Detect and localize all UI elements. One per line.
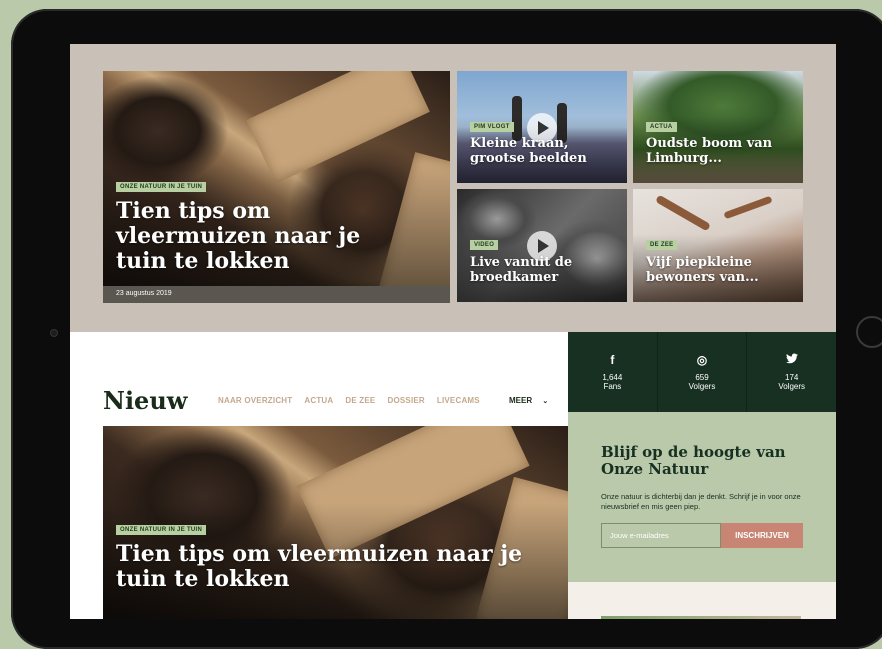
category-tag[interactable]: ACTUA [646, 122, 677, 132]
category-tag[interactable]: VIDEO [470, 240, 499, 250]
newsletter-text: Onze natuur is dichterbij dan je denkt. … [601, 492, 801, 511]
nav-actua[interactable]: ACTUA [304, 396, 333, 405]
facebook-icon: f [610, 353, 615, 367]
feature-title[interactable]: Tien tips om vleermuizen naar je tuin te… [116, 542, 546, 592]
image-strip [601, 616, 801, 619]
hero-card-actua[interactable]: ACTUA Oudste boom van Limburg... [633, 71, 803, 183]
card-title[interactable]: Vijf piepkleine bewoners van... [646, 255, 796, 285]
category-tag[interactable]: ONZE NATUUR IN JE TUIN [116, 525, 207, 535]
camera-dot [50, 329, 58, 337]
hero-card-video[interactable]: VIDEO Live vanuit de broedkamer [457, 189, 627, 302]
social-label: Volgers [778, 382, 806, 391]
social-facebook[interactable]: f 1,644 Fans [568, 332, 658, 412]
social-instagram[interactable]: ◎ 659 Volgers [658, 332, 748, 412]
home-button[interactable] [856, 316, 882, 348]
social-count: 174 [785, 373, 799, 382]
more-label: MEER [509, 396, 533, 405]
newsletter-title: Blijf op de hoogte van Onze Natuur [601, 443, 786, 478]
hero-section: ONZE NATUUR IN JE TUIN Tien tips om vlee… [70, 44, 836, 332]
category-tag[interactable]: PIM VLOGT [470, 122, 514, 132]
section-title: Nieuw [103, 386, 188, 415]
nav-livecams[interactable]: LIVECAMS [437, 396, 480, 405]
category-tag[interactable]: ONZE NATUUR IN JE TUIN [116, 182, 207, 192]
more-dropdown[interactable]: MEER ⌄ [509, 396, 548, 405]
social-count: 1,644 [602, 373, 623, 382]
section-nav: NAAR OVERZICHT ACTUA DE ZEE DOSSIER LIVE… [218, 396, 480, 405]
hero-main-card[interactable]: ONZE NATUUR IN JE TUIN Tien tips om vlee… [103, 71, 450, 303]
card-title[interactable]: Kleine kraan, grootse beelden [470, 136, 620, 166]
social-stats: f 1,644 Fans ◎ 659 Volgers 174 Volgers [568, 332, 836, 412]
instagram-icon: ◎ [696, 353, 708, 367]
website-screen: ONZE NATUUR IN JE TUIN Tien tips om vlee… [70, 44, 836, 619]
nav-de-zee[interactable]: DE ZEE [345, 396, 375, 405]
newsletter-box: Blijf op de hoogte van Onze Natuur Onze … [568, 412, 836, 582]
nieuw-section: Nieuw NAAR OVERZICHT ACTUA DE ZEE DOSSIE… [70, 332, 568, 619]
social-label: Volgers [688, 382, 716, 391]
social-count: 659 [695, 373, 709, 382]
email-input[interactable]: Jouw e-mailadres [601, 523, 721, 548]
next-section [568, 582, 836, 619]
hero-card-de-zee[interactable]: DE ZEE Vijf piepkleine bewoners van... [633, 189, 803, 302]
social-twitter[interactable]: 174 Volgers [747, 332, 836, 412]
social-label: Fans [603, 382, 622, 391]
twitter-icon [785, 353, 798, 367]
card-title[interactable]: Live vanuit de broedkamer [470, 255, 620, 285]
category-tag[interactable]: DE ZEE [646, 240, 678, 250]
chevron-down-icon: ⌄ [542, 398, 549, 405]
nav-overzicht[interactable]: NAAR OVERZICHT [218, 396, 292, 405]
nav-dossier[interactable]: DOSSIER [387, 396, 424, 405]
card-title[interactable]: Oudste boom van Limburg... [646, 136, 796, 166]
hero-main-date: 23 augustus 2019 [116, 290, 172, 297]
hero-main-title[interactable]: Tien tips om vleermuizen naar je tuin te… [116, 199, 396, 274]
subscribe-button[interactable]: INSCHRIJVEN [721, 523, 803, 548]
nieuw-feature-card[interactable]: ONZE NATUUR IN JE TUIN Tien tips om vlee… [103, 426, 568, 619]
hero-card-pim-vlogt[interactable]: PIM VLOGT Kleine kraan, grootse beelden [457, 71, 627, 183]
tablet-frame: ONZE NATUUR IN JE TUIN Tien tips om vlee… [11, 9, 882, 649]
